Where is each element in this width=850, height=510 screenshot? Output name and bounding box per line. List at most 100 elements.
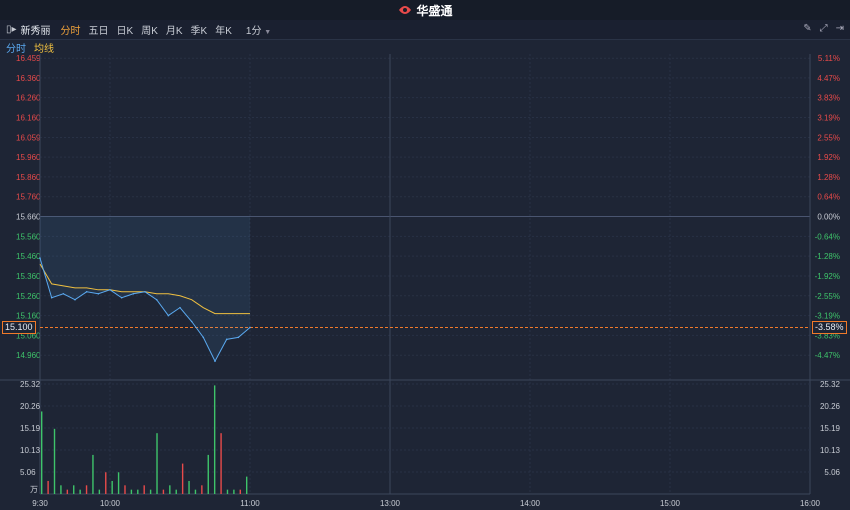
price-tick-label: 15.260 [16, 292, 41, 301]
price-point [225, 338, 228, 341]
volume-bar [111, 480, 113, 494]
pct-tick-label: 0.00% [817, 213, 840, 222]
price-tick-label: 15.460 [16, 252, 41, 261]
price-tick-label: 16.260 [16, 94, 41, 103]
price-tick-label: 14.960 [16, 351, 41, 360]
price-tick-label: 16.160 [16, 113, 41, 122]
volume-bar [79, 489, 81, 494]
volume-bar [92, 454, 94, 494]
time-tick-label: 15:00 [660, 499, 681, 508]
price-point [132, 292, 135, 295]
price-point [179, 306, 181, 309]
volume-tick-label-right: 25.32 [820, 380, 841, 389]
volume-bar [85, 485, 88, 494]
price-point [167, 314, 170, 317]
volume-bar [149, 489, 152, 494]
volume-tick-label-right: 20.26 [820, 402, 841, 411]
price-point [202, 336, 205, 339]
price-tick-label: 16.059 [16, 133, 41, 142]
volume-tick-label-right: 5.06 [824, 468, 840, 477]
price-tick-label: 15.360 [16, 272, 41, 281]
pct-tick-label: -0.64% [815, 232, 840, 241]
price-point [237, 336, 240, 339]
price-point [85, 290, 88, 293]
price-point [155, 298, 158, 301]
price-point [214, 360, 216, 362]
volume-bar [207, 454, 209, 494]
pct-tick-label: 3.19% [817, 113, 840, 122]
volume-bar [194, 489, 197, 494]
price-tick-label: 15.760 [16, 193, 41, 202]
price-tick-label: 15.960 [16, 153, 41, 162]
price-tick-label: 15.160 [16, 312, 41, 321]
price-point [144, 290, 146, 293]
volume-tick-label: 20.26 [20, 402, 41, 411]
volume-bar [246, 476, 248, 494]
price-point [120, 296, 123, 299]
intraday-chart[interactable]: 16.459 5.11% 16.360 4.47% 16.260 3.83% 16.160 3… [0, 0, 850, 510]
pct-tick-label: -4.47% [815, 351, 840, 360]
price-area [40, 216, 250, 362]
volume-bar [117, 472, 120, 494]
volume-tick-label-right: 10.13 [820, 446, 841, 455]
pct-tick-label: 3.83% [817, 94, 840, 103]
volume-bar [143, 485, 145, 494]
pct-tick-label: -1.28% [815, 252, 840, 261]
volume-bar [233, 489, 235, 494]
price-point [50, 296, 53, 299]
volume-bar [41, 411, 43, 494]
volume-tick-label: 5.06 [20, 468, 36, 477]
volume-bar [156, 433, 158, 494]
current-pct-tag: -3.58% [812, 321, 847, 335]
volume-bar [105, 472, 107, 494]
volume-bar [181, 463, 184, 494]
volume-tick-label: 25.32 [20, 380, 41, 389]
time-tick-label: 10:00 [100, 499, 121, 508]
current-price-tag: 15.100 [2, 321, 36, 335]
volume-bar [66, 489, 69, 494]
volume-tick-label: 15.19 [20, 424, 41, 433]
volume-bar [47, 480, 49, 494]
volume-bar [239, 489, 241, 494]
price-point [109, 289, 111, 291]
volume-bar [53, 428, 56, 494]
pct-tick-label: 5.11% [818, 54, 840, 63]
price-point [249, 326, 251, 329]
volume-unit-label: 万 [30, 485, 38, 494]
volume-bar [124, 485, 126, 494]
volume-tick-label: 10.13 [20, 446, 41, 455]
pct-tick-label: 1.28% [817, 173, 840, 182]
pct-tick-label: 1.92% [817, 153, 840, 162]
volume-bar [60, 485, 62, 494]
volume-bar [162, 489, 165, 494]
price-tick-label: 16.360 [16, 74, 41, 83]
volume-bar [213, 385, 216, 494]
pct-tick-label: -2.55% [815, 292, 840, 301]
pct-tick-label: -1.92% [815, 272, 840, 281]
volume-bar [226, 489, 229, 494]
volume-bar [188, 480, 190, 494]
volume-bar [137, 489, 139, 494]
volume-bar [73, 485, 75, 494]
price-point [62, 292, 65, 295]
volume-bar [169, 485, 171, 494]
volume-bar [201, 485, 203, 494]
price-tick-label: 15.660 [16, 213, 41, 222]
volume-bar [130, 489, 133, 494]
price-point [190, 320, 193, 323]
time-tick-label: 11:00 [240, 499, 260, 508]
pct-tick-label: -3.19% [815, 312, 840, 321]
time-tick-label: 13:00 [380, 499, 401, 508]
price-point [97, 292, 100, 295]
pct-tick-label: 0.64% [817, 193, 840, 202]
volume-bar [98, 489, 101, 494]
pct-tick-label: 4.47% [817, 74, 840, 83]
volume-bar [220, 433, 222, 494]
volume-bar [175, 489, 177, 494]
pct-tick-label: 2.55% [817, 133, 840, 142]
price-tick-label: 16.459 [16, 54, 41, 63]
time-tick-label: 16:00 [800, 499, 821, 508]
price-point [74, 298, 76, 301]
time-tick-label: 9:30 [32, 499, 48, 508]
volume-tick-label-right: 15.19 [820, 424, 841, 433]
